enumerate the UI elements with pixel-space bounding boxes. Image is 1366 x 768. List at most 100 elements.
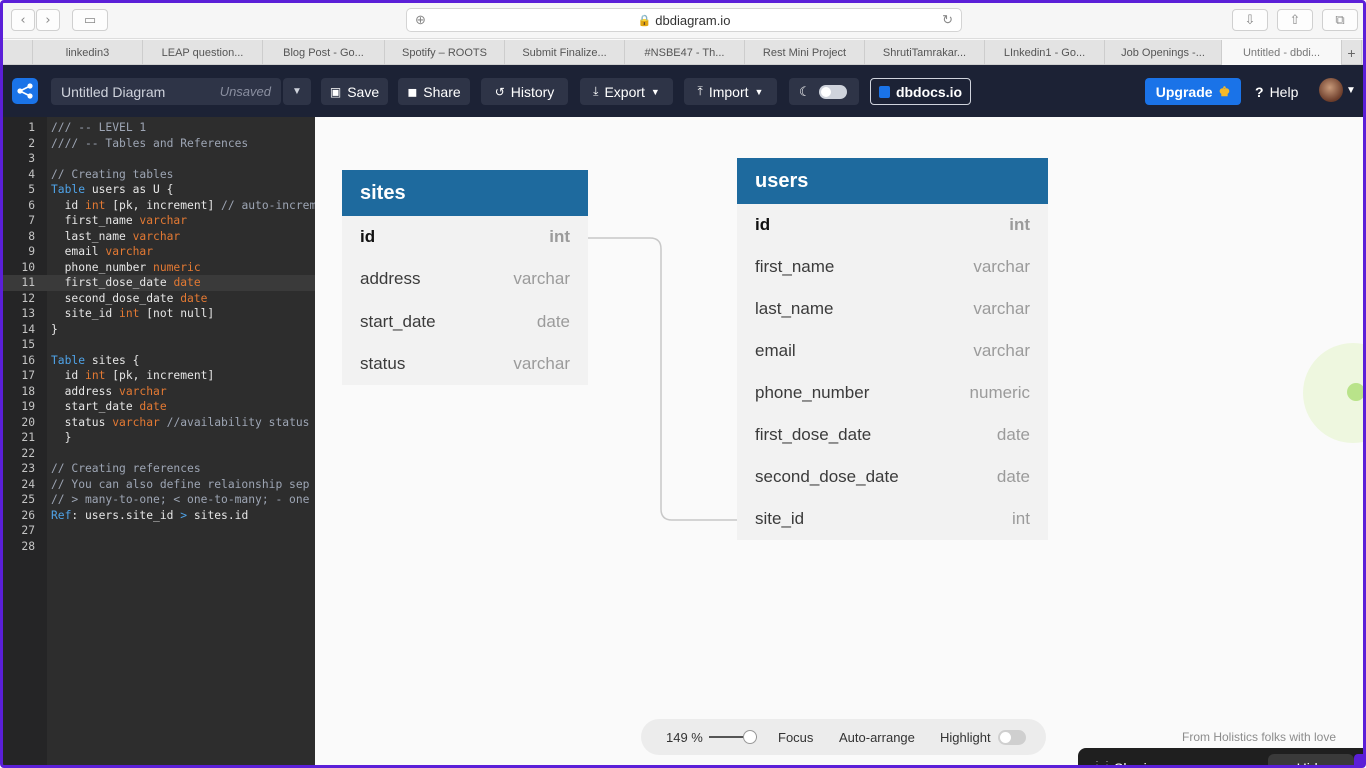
browser-tab[interactable] (3, 40, 33, 65)
table-column-row[interactable]: id int (342, 216, 588, 258)
table-column-row[interactable]: id int (737, 204, 1048, 246)
browser-tab[interactable]: Submit Finalize... (505, 40, 625, 65)
table-column-row[interactable]: first_name varchar (737, 246, 1048, 288)
browser-tab[interactable]: linkedin3 (33, 40, 143, 65)
sidebar-toggle-icon[interactable]: ▭ (72, 9, 108, 31)
code-line[interactable]: 4 // Creating tables (3, 167, 315, 183)
code-line[interactable]: 15 (3, 337, 315, 353)
upgrade-button[interactable]: Upgrade ♚ (1145, 78, 1241, 105)
browser-tab[interactable]: Rest Mini Project (745, 40, 865, 65)
browser-tab[interactable]: ShrutiTamrakar... (865, 40, 985, 65)
avatar-chevron-down-icon[interactable]: ▼ (1346, 85, 1356, 96)
table-column-row[interactable]: phone_number numeric (737, 372, 1048, 414)
code-line[interactable]: 5 Table users as U { (3, 182, 315, 198)
address-bar[interactable]: ⊕ 🔒 dbdiagram.io ↻ (406, 8, 962, 32)
share-icon[interactable]: ⇧ (1277, 9, 1313, 31)
code-line[interactable]: 25 // > many-to-one; < one-to-many; - one (3, 492, 315, 508)
code-line[interactable]: 3 (3, 151, 315, 167)
forward-icon[interactable]: › (36, 9, 60, 31)
browser-tab[interactable]: LEAP question... (143, 40, 263, 65)
dark-mode-switch[interactable] (818, 84, 847, 99)
code-line[interactable]: 2 //// -- Tables and References (3, 136, 315, 152)
title-menu-chevron-icon[interactable]: ▼ (283, 78, 311, 105)
table-column-row[interactable]: status varchar (342, 343, 588, 385)
code-line[interactable]: 21 } (3, 430, 315, 446)
dbdocs-button[interactable]: dbdocs.io (870, 78, 971, 105)
code-line[interactable]: 18 address varchar (3, 384, 315, 400)
code-line[interactable]: 13 site_id int [not null] (3, 306, 315, 322)
line-number: 14 (21, 322, 35, 336)
table-users[interactable]: users id int first_name varchar last_name var… (737, 158, 1048, 540)
history-button[interactable]: ↺ History (481, 78, 568, 105)
table-column-row[interactable]: address varchar (342, 258, 588, 300)
zoom-slider-handle[interactable] (743, 730, 757, 744)
code-line[interactable]: 22 (3, 446, 315, 462)
downloads-icon[interactable]: ⇩ (1232, 9, 1268, 31)
import-button[interactable]: ⤒ Import ▼ (684, 78, 777, 105)
avatar[interactable] (1319, 78, 1343, 102)
code-editor[interactable]: 1 /// -- LEVEL 1 2 //// -- Tables and Refer… (3, 117, 315, 765)
line-number: 22 (21, 446, 35, 460)
code-text: Table sites { (51, 353, 140, 367)
table-column-row[interactable]: start_date date (342, 301, 588, 343)
export-button[interactable]: ⤓ Export ▼ (580, 78, 673, 105)
diagram-title-field[interactable]: Untitled Diagram Unsaved (51, 78, 281, 105)
code-line[interactable]: 17 id int [pk, increment] (3, 368, 315, 384)
code-line[interactable]: 1 /// -- LEVEL 1 (3, 120, 315, 136)
dark-mode-toggle[interactable]: ☾ (789, 78, 859, 105)
back-icon[interactable]: ‹ (11, 9, 35, 31)
line-number: 16 (21, 353, 35, 367)
code-line[interactable]: 24 // You can also define relaionship sep (3, 477, 315, 493)
browser-window: ‹ › ▭ ⊕ 🔒 dbdiagram.io ↻ ⇩ ⇧ ⧉ linkedin3… (0, 0, 1366, 768)
browser-tab[interactable]: Blog Post - Go... (263, 40, 385, 65)
code-line[interactable]: 8 last_name varchar (3, 229, 315, 245)
browser-tab-active[interactable]: Untitled - dbdi... (1222, 40, 1342, 65)
diagram-canvas[interactable]: sites id int address varchar start_date date s… (315, 117, 1363, 765)
line-number: 26 (21, 508, 35, 522)
browser-tab[interactable]: #NSBE47 - Th... (625, 40, 745, 65)
code-line[interactable]: 9 email varchar (3, 244, 315, 260)
code-line[interactable]: 20 status varchar //availability status (3, 415, 315, 431)
tabs-overview-icon[interactable]: ⧉ (1322, 9, 1358, 31)
reload-icon[interactable]: ↻ (942, 12, 953, 28)
code-line[interactable]: 27 (3, 523, 315, 539)
highlight-toggle[interactable] (998, 730, 1026, 745)
share-button[interactable]: ◼ Share (398, 78, 470, 105)
code-line[interactable]: 11 first_dose_date date (3, 275, 315, 291)
table-column-row[interactable]: second_dose_date date (737, 456, 1048, 498)
code-line[interactable]: 19 start_date date (3, 399, 315, 415)
focus-button[interactable]: Focus (778, 730, 813, 745)
table-column-row[interactable]: last_name varchar (737, 288, 1048, 330)
auto-arrange-button[interactable]: Auto-arrange (839, 730, 915, 745)
relationship-line[interactable] (588, 237, 737, 521)
table-sites[interactable]: sites id int address varchar start_date date s… (342, 170, 588, 386)
browser-tab[interactable]: LInkedin1 - Go... (985, 40, 1105, 65)
browser-tab[interactable]: Job Openings -... (1105, 40, 1222, 65)
code-text: Table users as U { (51, 183, 174, 196)
zoom-level[interactable]: 149 % (666, 730, 703, 745)
drag-handle-icon[interactable]: ⋮⋮ (1092, 760, 1112, 765)
help-button[interactable]: ? Help (1255, 78, 1298, 105)
dbdiagram-logo-icon[interactable] (12, 78, 38, 104)
table-column-row[interactable]: site_id int (737, 498, 1048, 540)
code-line[interactable]: 6 id int [pk, increment] // auto-increme… (3, 198, 315, 214)
code-line[interactable]: 7 first_name varchar (3, 213, 315, 229)
hide-button[interactable]: Hide (1268, 754, 1354, 765)
add-bookmark-icon[interactable]: ⊕ (415, 12, 426, 28)
code-line[interactable]: 12 second_dose_date date (3, 291, 315, 307)
save-button[interactable]: ▣ Save (321, 78, 388, 105)
code-line[interactable]: 28 (3, 539, 315, 555)
table-column-row[interactable]: first_dose_date date (737, 414, 1048, 456)
code-line[interactable]: 26 Ref: users.site_id > sites.id (3, 508, 315, 524)
new-tab-button[interactable]: + (1342, 40, 1362, 65)
browser-tab[interactable]: Spotify – ROOTS (385, 40, 505, 65)
table-header[interactable]: users (737, 158, 1048, 204)
table-column-row[interactable]: email varchar (737, 330, 1048, 372)
column-name: last_name (755, 299, 834, 318)
url-text: dbdiagram.io (655, 12, 731, 28)
code-line[interactable]: 10 phone_number numeric (3, 260, 315, 276)
table-header[interactable]: sites (342, 170, 588, 216)
code-line[interactable]: 16 Table sites { (3, 353, 315, 369)
code-line[interactable]: 14} (3, 322, 315, 338)
code-line[interactable]: 23 // Creating references (3, 461, 315, 477)
